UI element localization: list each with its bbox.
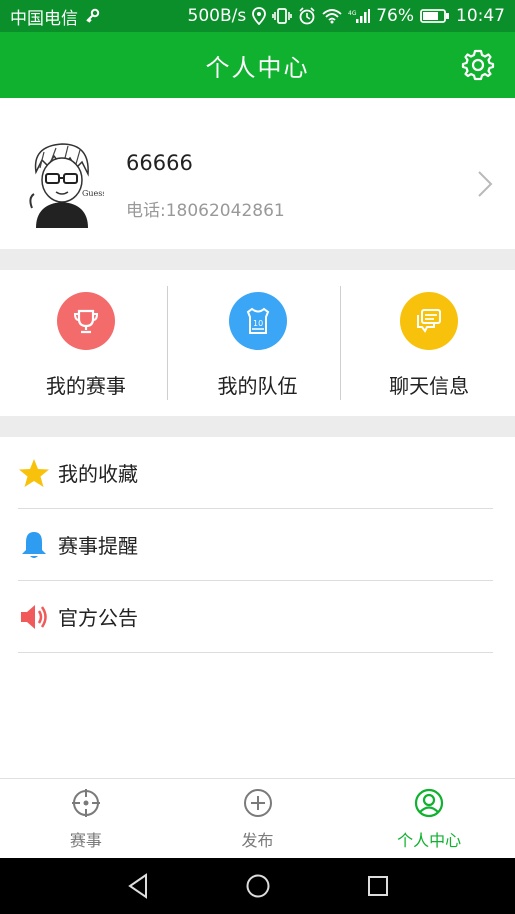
app-header: 个人中心 [0,32,515,98]
svg-text:4G: 4G [348,10,357,17]
quick-my-team[interactable]: 10 我的队伍 [172,270,344,416]
jersey-icon: 10 [228,292,287,350]
carrier-label: 中国电信 [10,8,78,29]
recents-icon[interactable] [364,872,392,900]
profile-phone: 电话:18062042861 [126,201,285,221]
user-circle-icon [413,787,445,819]
list-item-label: 官方公告 [58,606,138,630]
star-icon [18,457,50,489]
speaker-icon [18,601,50,633]
section-divider [0,249,515,270]
menu-list: 我的收藏 赛事提醒 官方公告 [0,437,515,653]
grid-divider [340,286,341,400]
back-icon[interactable] [124,872,152,900]
bell-icon [18,529,50,561]
network-speed: 500B/s [187,6,247,26]
trophy-icon [56,292,115,350]
quick-label: 我的队伍 [217,374,298,398]
svg-text:10: 10 [253,319,263,328]
profile-card[interactable]: Guess 66666 电话:18062042861 [0,98,515,249]
system-nav-bar [0,858,515,914]
list-item-reminders[interactable]: 赛事提醒 [18,509,493,581]
profile-name: 66666 [126,151,193,175]
tab-label: 赛事 [69,831,102,850]
tab-publish[interactable]: 发布 [172,779,344,858]
clock: 10:47 [456,6,505,26]
list-item-favorites[interactable]: 我的收藏 [18,437,493,509]
bottom-tab-bar: 赛事 发布 个人中心 [0,778,515,858]
key-icon [84,8,100,24]
vibrate-icon [272,8,293,24]
quick-my-events[interactable]: 我的赛事 [0,270,172,416]
list-item-label: 我的收藏 [58,462,138,486]
grid-divider [167,286,168,400]
alarm-icon [298,7,316,25]
plus-circle-icon [242,787,274,819]
location-icon [252,7,267,25]
list-item-label: 赛事提醒 [58,534,138,558]
page-title: 个人中心 [205,53,310,82]
battery-icon [420,8,450,24]
chevron-right-icon [477,170,493,198]
tab-events[interactable]: 赛事 [0,779,172,858]
avatar[interactable]: Guess [22,138,107,228]
signal-icon: 4G [348,8,371,24]
chat-icon [400,292,459,350]
status-bar: 中国电信 500B/s 4G 76% 10:47 [0,0,515,32]
quick-actions: 我的赛事 10 我的队伍 聊天信息 [0,270,515,416]
tab-label: 个人中心 [397,831,462,850]
gear-icon [461,49,495,86]
wifi-icon [322,8,342,24]
battery-percent: 76% [376,6,414,26]
tab-label: 发布 [241,831,274,850]
quick-label: 我的赛事 [45,374,126,398]
svg-text:Guess: Guess [82,189,104,198]
list-item-announcements[interactable]: 官方公告 [18,581,493,653]
quick-label: 聊天信息 [389,374,470,398]
settings-button[interactable] [461,48,495,82]
tab-profile[interactable]: 个人中心 [343,779,515,858]
quick-chat-messages[interactable]: 聊天信息 [343,270,515,416]
target-icon [70,787,102,819]
section-divider [0,416,515,437]
home-icon[interactable] [244,872,272,900]
